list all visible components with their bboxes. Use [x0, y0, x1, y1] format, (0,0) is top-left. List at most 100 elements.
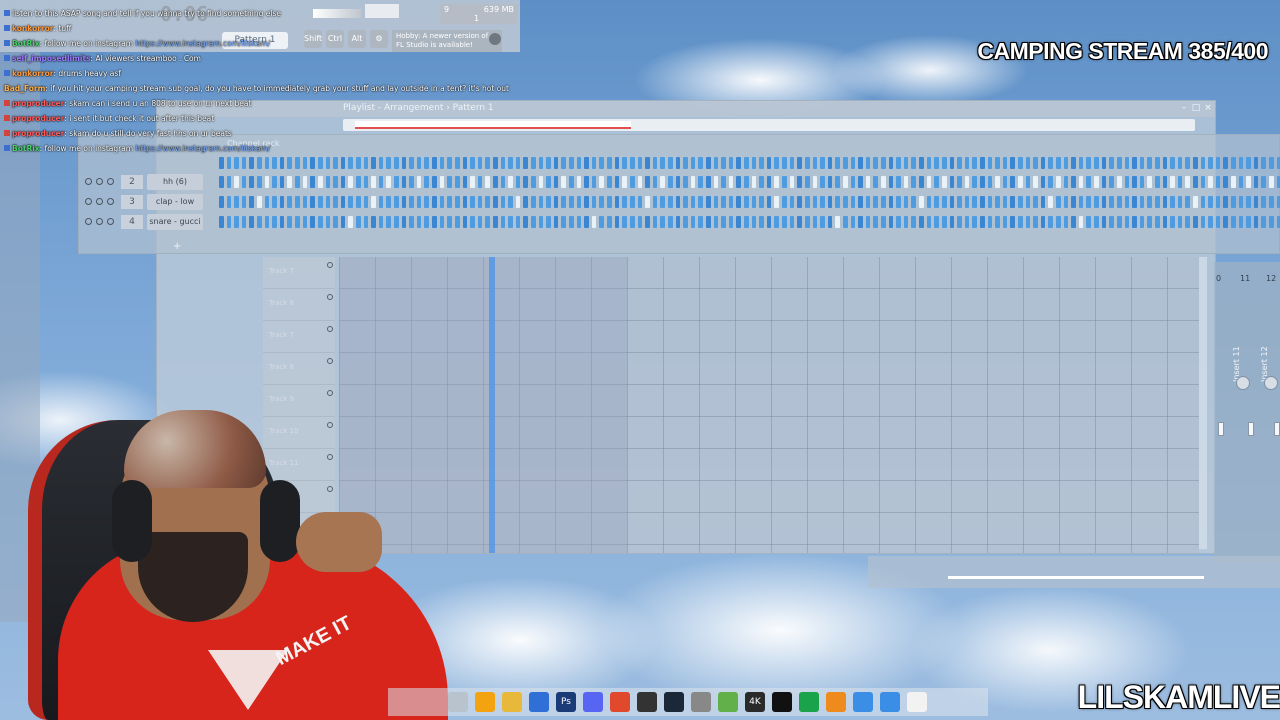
- step-pad[interactable]: [279, 157, 285, 169]
- add-channel-button[interactable]: +: [173, 241, 181, 252]
- step-pad[interactable]: [424, 196, 430, 208]
- step-pad[interactable]: [812, 196, 818, 208]
- step-pad[interactable]: [1261, 157, 1267, 169]
- step-pad[interactable]: [386, 216, 392, 228]
- step-pad[interactable]: [348, 176, 353, 188]
- step-pad[interactable]: [1124, 157, 1130, 169]
- track-mute-icon[interactable]: [327, 326, 333, 332]
- step-pad[interactable]: [728, 216, 734, 228]
- step-pad[interactable]: [1177, 176, 1183, 188]
- step-pad[interactable]: [249, 176, 255, 188]
- select-led-icon[interactable]: [107, 218, 114, 225]
- step-pad[interactable]: [325, 196, 331, 208]
- step-pad[interactable]: [736, 216, 742, 228]
- chat-username[interactable]: proproducer: [12, 99, 64, 108]
- step-pad[interactable]: [599, 157, 605, 169]
- step-pad[interactable]: [698, 196, 703, 208]
- step-pad[interactable]: [607, 176, 612, 188]
- step-pad[interactable]: [1033, 157, 1038, 169]
- mute-led-icon[interactable]: [85, 198, 92, 205]
- step-pad[interactable]: [637, 196, 643, 208]
- step-pad[interactable]: [515, 216, 521, 228]
- step-pad[interactable]: [1170, 157, 1175, 169]
- step-pad[interactable]: [1154, 196, 1160, 208]
- notepad-icon[interactable]: [853, 692, 873, 712]
- chat-username[interactable]: proproducer: [12, 114, 64, 123]
- step-pad[interactable]: [226, 176, 232, 188]
- step-pad[interactable]: [660, 216, 665, 228]
- step-pad[interactable]: [561, 157, 567, 169]
- step-pad[interactable]: [903, 196, 909, 208]
- step-pad[interactable]: [371, 176, 376, 188]
- step-pad[interactable]: [1094, 216, 1099, 228]
- step-pad[interactable]: [835, 216, 840, 228]
- step-pad[interactable]: [1238, 216, 1244, 228]
- step-pad[interactable]: [1246, 157, 1251, 169]
- step-pad[interactable]: [234, 216, 239, 228]
- step-pad[interactable]: [820, 176, 825, 188]
- step-sequencer[interactable]: [219, 176, 1280, 188]
- step-pad[interactable]: [1048, 157, 1054, 169]
- send-slider[interactable]: [948, 576, 1204, 579]
- step-pad[interactable]: [865, 216, 871, 228]
- step-pad[interactable]: [553, 176, 559, 188]
- track-header[interactable]: Track 7: [263, 257, 335, 289]
- step-pad[interactable]: [865, 176, 871, 188]
- step-pad[interactable]: [1132, 196, 1137, 208]
- step-pad[interactable]: [911, 216, 917, 228]
- step-pad[interactable]: [827, 176, 833, 188]
- step-pad[interactable]: [1170, 216, 1175, 228]
- step-pad[interactable]: [804, 216, 810, 228]
- minimize-icon[interactable]: –: [1179, 103, 1189, 113]
- step-pad[interactable]: [561, 176, 567, 188]
- step-pad[interactable]: [272, 157, 277, 169]
- step-pad[interactable]: [827, 216, 833, 228]
- step-pad[interactable]: [812, 157, 818, 169]
- step-pad[interactable]: [934, 196, 939, 208]
- track-header[interactable]: Track 7: [263, 321, 335, 353]
- step-pad[interactable]: [835, 196, 840, 208]
- step-pad[interactable]: [371, 196, 376, 208]
- step-pad[interactable]: [987, 216, 993, 228]
- step-pad[interactable]: [409, 157, 414, 169]
- step-pad[interactable]: [987, 176, 993, 188]
- solo-led-icon[interactable]: [96, 218, 103, 225]
- store-icon[interactable]: [529, 692, 549, 712]
- step-pad[interactable]: [492, 196, 498, 208]
- step-pad[interactable]: [903, 157, 909, 169]
- step-pad[interactable]: [1147, 157, 1152, 169]
- step-pad[interactable]: [1193, 196, 1198, 208]
- step-pad[interactable]: [241, 157, 247, 169]
- step-pad[interactable]: [409, 176, 414, 188]
- step-pad[interactable]: [614, 196, 620, 208]
- step-pad[interactable]: [363, 157, 369, 169]
- step-pad[interactable]: [964, 176, 970, 188]
- step-pad[interactable]: [1086, 216, 1092, 228]
- step-pad[interactable]: [409, 216, 414, 228]
- step-pad[interactable]: [919, 216, 924, 228]
- step-pad[interactable]: [1223, 196, 1229, 208]
- step-pad[interactable]: [941, 196, 947, 208]
- step-pad[interactable]: [690, 216, 696, 228]
- step-pad[interactable]: [1193, 176, 1198, 188]
- step-pad[interactable]: [1253, 216, 1259, 228]
- step-pad[interactable]: [523, 176, 528, 188]
- step-pad[interactable]: [881, 157, 886, 169]
- step-pad[interactable]: [934, 176, 939, 188]
- step-pad[interactable]: [416, 157, 422, 169]
- step-pad[interactable]: [774, 216, 780, 228]
- step-pad[interactable]: [1101, 176, 1107, 188]
- step-pad[interactable]: [744, 216, 749, 228]
- step-pad[interactable]: [797, 157, 802, 169]
- step-pad[interactable]: [637, 176, 643, 188]
- step-pad[interactable]: [1124, 216, 1130, 228]
- step-pad[interactable]: [1017, 216, 1023, 228]
- step-pad[interactable]: [1063, 216, 1069, 228]
- solo-led-icon[interactable]: [96, 198, 103, 205]
- obs-icon[interactable]: [637, 692, 657, 712]
- step-pad[interactable]: [979, 196, 985, 208]
- volume-fader[interactable]: [1248, 422, 1254, 436]
- step-pad[interactable]: [1094, 176, 1099, 188]
- step-pad[interactable]: [652, 157, 658, 169]
- step-pad[interactable]: [599, 196, 605, 208]
